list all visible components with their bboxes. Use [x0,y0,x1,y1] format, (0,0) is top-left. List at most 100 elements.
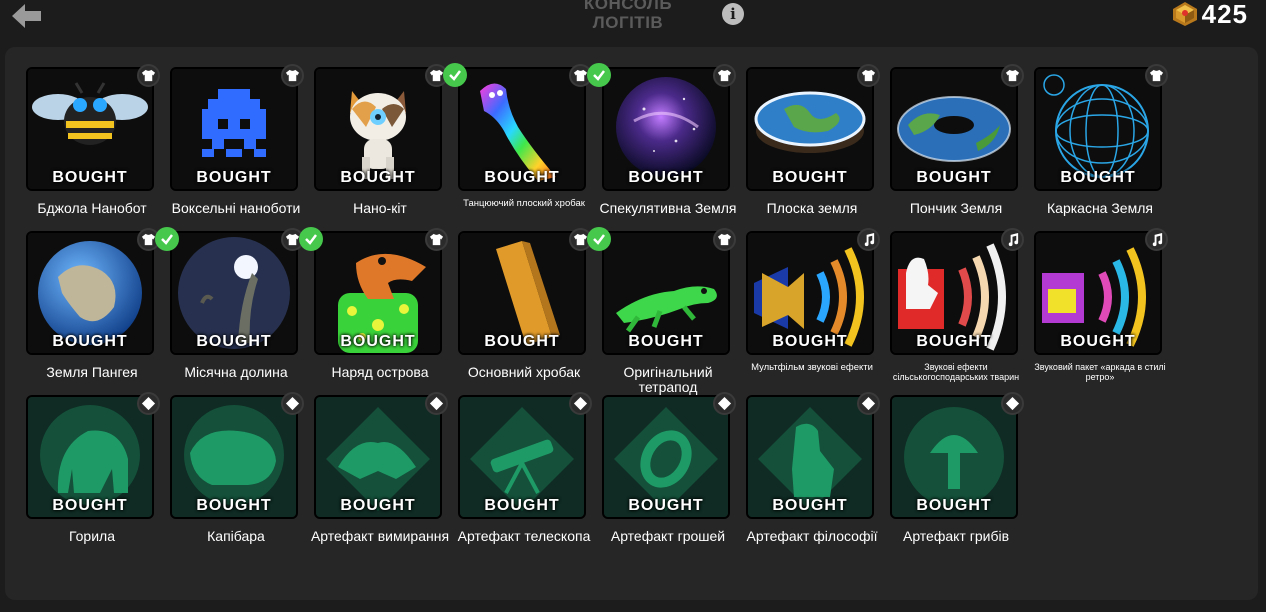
item-tile[interactable]: BOUGHT [458,67,586,191]
item-label: Капібара [207,528,265,544]
shop-item[interactable]: BOUGHT Каркасна Земля [1031,64,1175,229]
shop-item[interactable]: BOUGHT Артефакт телескопа [455,392,599,557]
gem-counter: 425 [1172,0,1248,29]
item-tile[interactable]: BOUGHT [170,67,298,191]
item-label: Нано-кіт [353,200,407,216]
item-label: Пончик Земля [909,200,1003,216]
bought-status: BOUGHT [916,333,992,350]
item-label: Горила [69,528,115,544]
shop-item[interactable]: BOUGHT Бджола Нанобот [23,64,167,229]
shop-item[interactable]: BOUGHT Артефакт філософії [743,392,887,557]
item-tile[interactable]: BOUGHT [458,231,586,355]
equipped-check-icon [299,227,323,251]
item-tile[interactable]: BOUGHT [890,231,1018,355]
bought-status: BOUGHT [916,497,992,514]
item-tile[interactable]: BOUGHT [890,395,1018,519]
page-title: КОНСОЛЬ ЛОГІТІВ [583,0,673,32]
item-tile[interactable]: BOUGHT [170,231,298,355]
item-tile[interactable]: BOUGHT [170,395,298,519]
shop-item[interactable]: BOUGHT Оригінальний тетрапод [587,227,743,395]
item-tile[interactable]: BOUGHT [746,231,874,355]
item-tile[interactable]: BOUGHT [314,395,442,519]
diamond-icon [1001,392,1024,415]
item-label: Оригінальний тетрапод [623,364,713,395]
item-tile[interactable]: BOUGHT [602,67,730,191]
equipped-check-icon [443,63,467,87]
item-label: Артефакт вимирання [310,528,450,544]
shop-item[interactable]: BOUGHT Горила [23,392,167,557]
item-tile[interactable]: BOUGHT [458,395,586,519]
shirt-icon [137,64,160,87]
item-tile[interactable]: BOUGHT [1034,67,1162,191]
diamond-icon [857,392,880,415]
bought-status: BOUGHT [196,333,272,350]
item-label: Земля Пангея [46,364,138,380]
item-tile[interactable]: BOUGHT [890,67,1018,191]
shop-item[interactable]: BOUGHT Мультфільм звукові ефекти [743,228,887,393]
shirt-icon [425,228,448,251]
item-tile[interactable]: BOUGHT [746,395,874,519]
item-tile[interactable]: BOUGHT [602,231,730,355]
item-label: Звукові ефекти сільськогосподарських тва… [892,362,1020,382]
shop-item[interactable]: BOUGHT Артефакт вимирання [311,392,455,557]
bought-status: BOUGHT [52,497,128,514]
item-label: Плоска земля [766,200,858,216]
bought-status: BOUGHT [484,169,560,186]
gem-count: 425 [1201,0,1248,29]
item-label: Мультфільм звукові ефекти [751,362,873,373]
item-tile[interactable]: BOUGHT [746,67,874,191]
shop-item[interactable]: BOUGHT Земля Пангея [23,228,167,393]
shop-item[interactable]: BOUGHT Плоска земля [743,64,887,229]
top-bar: КОНСОЛЬ ЛОГІТІВ i 425 [0,0,1266,38]
shop-item[interactable]: BOUGHT Артефакт грошей [599,392,743,557]
shop-item[interactable]: BOUGHT Воксельні наноботи [167,64,311,229]
item-label: Спекулятивна Земля [599,200,737,216]
diamond-icon [569,392,592,415]
item-tile[interactable]: BOUGHT [1034,231,1162,355]
item-tile[interactable]: BOUGHT [314,67,442,191]
diamond-icon [137,392,160,415]
shop-item[interactable]: BOUGHT Танцюючий плоский хробак [443,63,599,229]
item-label: Звуковий пакет «аркада в стилі ретро» [1034,362,1166,382]
shop-item[interactable]: BOUGHT Нано-кіт [311,64,455,229]
item-label: Артефакт філософії [746,528,878,544]
bought-status: BOUGHT [340,333,416,350]
item-label: Танцюючий плоский хробак [463,198,585,209]
item-tile[interactable]: BOUGHT [314,231,442,355]
shirt-icon [1145,64,1168,87]
equipped-check-icon [155,227,179,251]
bought-status: BOUGHT [52,333,128,350]
shop-item[interactable]: BOUGHT Звуковий пакет «аркада в стилі ре… [1031,228,1175,393]
shop-item[interactable]: BOUGHT Капібара [167,392,311,557]
item-label: Наряд острова [331,364,429,380]
bought-status: BOUGHT [772,169,848,186]
shop-item[interactable]: BOUGHT Артефакт грибів [887,392,1031,557]
shop-item[interactable]: BOUGHT Звукові ефекти сільськогосподарсь… [887,228,1031,393]
item-label: Каркасна Земля [1047,200,1153,216]
back-arrow-icon[interactable] [10,2,44,30]
bought-status: BOUGHT [1060,333,1136,350]
item-tile[interactable]: BOUGHT [602,395,730,519]
shop-item[interactable]: BOUGHT Спекулятивна Земля [587,63,743,229]
equipped-check-icon [587,227,611,251]
bought-status: BOUGHT [772,333,848,350]
item-label: Бджола Нанобот [37,200,147,216]
bought-status: BOUGHT [772,497,848,514]
shirt-icon [1001,64,1024,87]
bought-status: BOUGHT [916,169,992,186]
bought-status: BOUGHT [628,497,704,514]
shirt-icon [713,228,736,251]
music-icon [1001,228,1024,251]
shop-item[interactable]: BOUGHT Наряд острова [299,227,455,393]
item-tile[interactable]: BOUGHT [26,231,154,355]
shop-item[interactable]: BOUGHT Основний хробак [455,228,599,393]
shop-item[interactable]: BOUGHT Пончик Земля [887,64,1031,229]
item-label: Артефакт грибів [902,528,1010,544]
item-tile[interactable]: BOUGHT [26,67,154,191]
shop-item[interactable]: BOUGHT Місячна долина [155,227,311,393]
bought-status: BOUGHT [1060,169,1136,186]
item-tile[interactable]: BOUGHT [26,395,154,519]
info-icon[interactable]: i [722,3,744,25]
items-grid: BOUGHT Бджола Нанобот BOUGHT Воксельні н… [23,63,1175,557]
bought-status: BOUGHT [628,169,704,186]
